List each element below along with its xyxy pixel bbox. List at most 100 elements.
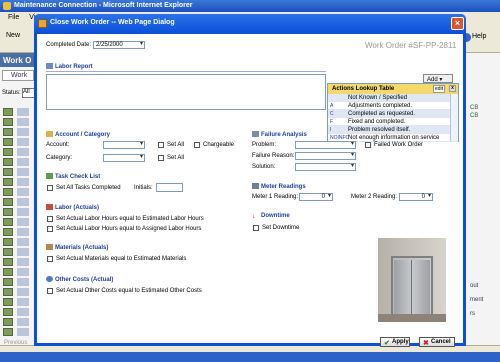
chargeable-checkbox[interactable] bbox=[194, 142, 200, 148]
row-mark bbox=[17, 128, 29, 136]
row-icon bbox=[3, 268, 13, 276]
other-costs-label: Set Actual Other Costs equal to Estimate… bbox=[56, 288, 202, 294]
set-all-category-label: Set All bbox=[167, 155, 185, 161]
initials-label: Initials: bbox=[134, 185, 153, 191]
set-downtime-label: Set Downtime bbox=[262, 225, 300, 231]
set-all-account-checkbox[interactable] bbox=[158, 142, 164, 148]
row-icon bbox=[3, 138, 13, 146]
row-icon bbox=[3, 288, 13, 296]
help-button[interactable]: Help bbox=[472, 33, 486, 40]
row-icon bbox=[3, 238, 13, 246]
failed-work-order-checkbox[interactable] bbox=[365, 142, 371, 148]
row-icon bbox=[3, 158, 13, 166]
set-all-account-label: Set All bbox=[167, 142, 185, 148]
row-icon bbox=[3, 168, 13, 176]
account-select[interactable] bbox=[103, 141, 145, 149]
lookup-row[interactable]: Not Known / Specified bbox=[328, 94, 458, 102]
set-all-category-checkbox[interactable] bbox=[158, 155, 164, 161]
problem-label: Problem: bbox=[252, 142, 277, 148]
failure-reason-label: Failure Reason: bbox=[252, 153, 295, 159]
row-icon bbox=[3, 128, 13, 136]
right-fragment: CB bbox=[470, 113, 479, 119]
lookup-list: Not Known / Specified A Adjustments compl… bbox=[328, 94, 458, 142]
solution-select[interactable] bbox=[295, 163, 356, 171]
set-all-tasks-checkbox[interactable] bbox=[47, 185, 53, 191]
browser-titlebar: Maintenance Connection - Microsoft Inter… bbox=[0, 0, 500, 12]
row-mark bbox=[17, 228, 29, 236]
row-icon bbox=[3, 258, 13, 266]
meter-icon bbox=[252, 183, 259, 189]
downtime-title: ↓ Downtime bbox=[252, 213, 290, 220]
lookup-close-icon[interactable]: x bbox=[449, 85, 456, 92]
row-mark bbox=[17, 108, 29, 116]
left-panel-header: Work O bbox=[0, 53, 36, 67]
row-mark bbox=[17, 268, 29, 276]
labor-report-icon bbox=[46, 63, 53, 69]
row-icon bbox=[3, 218, 13, 226]
dialog-app-icon bbox=[38, 19, 47, 28]
labor-actuals-title: Labor (Actuals) bbox=[46, 204, 99, 211]
row-icon bbox=[3, 298, 13, 306]
meter-readings-title: Meter Readings bbox=[252, 183, 306, 190]
photo-door-seam bbox=[411, 260, 412, 316]
dialog-titlebar[interactable]: Close Work Order -- Web Page Dialog bbox=[34, 14, 466, 34]
lookup-scrollbar[interactable] bbox=[450, 94, 458, 141]
other-costs-title: Other Costs (Actual) bbox=[46, 276, 113, 283]
work-order-number: Work Order #SF-PP-2811 bbox=[365, 41, 457, 50]
row-mark bbox=[17, 178, 29, 186]
set-downtime-checkbox[interactable] bbox=[253, 225, 259, 231]
problem-select[interactable] bbox=[295, 141, 356, 149]
set-all-tasks-label: Set All Tasks Completed bbox=[56, 185, 121, 191]
dialog-body: Completed Date: 2/25/2000 Work Order #SF… bbox=[37, 34, 463, 347]
row-mark bbox=[17, 328, 29, 336]
other-costs-icon bbox=[46, 276, 53, 282]
right-fragment: rs bbox=[470, 311, 475, 317]
row-mark bbox=[17, 278, 29, 286]
meter2-label: Meter 2 Reading: bbox=[351, 194, 398, 200]
add-button[interactable]: Add ▾ bbox=[423, 74, 453, 83]
category-select[interactable] bbox=[103, 154, 145, 162]
taskbar bbox=[0, 352, 500, 362]
row-mark bbox=[17, 148, 29, 156]
status-label: Status: bbox=[2, 90, 21, 96]
lookup-row[interactable]: C Completed as requested. bbox=[328, 110, 458, 118]
labor-assigned-checkbox[interactable] bbox=[47, 226, 53, 232]
x-icon: ✖ bbox=[423, 340, 429, 347]
new-button[interactable]: New bbox=[6, 32, 20, 39]
row-icon bbox=[3, 188, 13, 196]
row-icon bbox=[3, 318, 13, 326]
cancel-button[interactable]: ✖ Cancel bbox=[419, 337, 455, 347]
apply-button[interactable]: ✔ Apply bbox=[380, 337, 410, 347]
menu-file[interactable]: File bbox=[8, 14, 19, 21]
labor-report-title: Labor Report bbox=[46, 63, 93, 70]
row-mark bbox=[17, 118, 29, 126]
browser-title: Maintenance Connection - Microsoft Inter… bbox=[14, 2, 193, 9]
left-tab-work[interactable]: Work bbox=[2, 70, 34, 81]
row-mark bbox=[17, 138, 29, 146]
meter1-input[interactable]: 0 bbox=[299, 193, 333, 201]
labor-assigned-label: Set Actual Labor Hours equal to Assigned… bbox=[56, 226, 202, 232]
lookup-row[interactable]: A Adjustments completed. bbox=[328, 102, 458, 110]
labor-estimated-checkbox[interactable] bbox=[47, 216, 53, 222]
other-costs-checkbox[interactable] bbox=[47, 288, 53, 294]
row-icon bbox=[3, 308, 13, 316]
dialog-close-button[interactable]: × bbox=[451, 17, 464, 30]
photo-elevator-door bbox=[394, 260, 430, 316]
lookup-edit-button[interactable]: edit bbox=[433, 85, 446, 93]
lookup-row[interactable]: F Fixed and completed. bbox=[328, 118, 458, 126]
materials-checkbox[interactable] bbox=[47, 256, 53, 262]
completed-date-field[interactable]: 2/25/2000 bbox=[93, 41, 145, 49]
task-icon bbox=[46, 173, 53, 179]
failure-reason-select[interactable] bbox=[295, 152, 356, 160]
row-mark bbox=[17, 158, 29, 166]
dialog-title: Close Work Order -- Web Page Dialog bbox=[50, 19, 175, 26]
row-icon bbox=[3, 248, 13, 256]
solution-label: Solution: bbox=[252, 164, 276, 170]
labor-report-textarea[interactable] bbox=[46, 74, 326, 110]
materials-actuals-title: Materials (Actuals) bbox=[46, 244, 108, 251]
row-icon bbox=[3, 278, 13, 286]
initials-input[interactable] bbox=[156, 183, 183, 192]
meter2-input[interactable]: 0 bbox=[399, 193, 433, 201]
row-mark bbox=[17, 168, 29, 176]
lookup-row[interactable]: I Problem resolved itself. bbox=[328, 126, 458, 134]
